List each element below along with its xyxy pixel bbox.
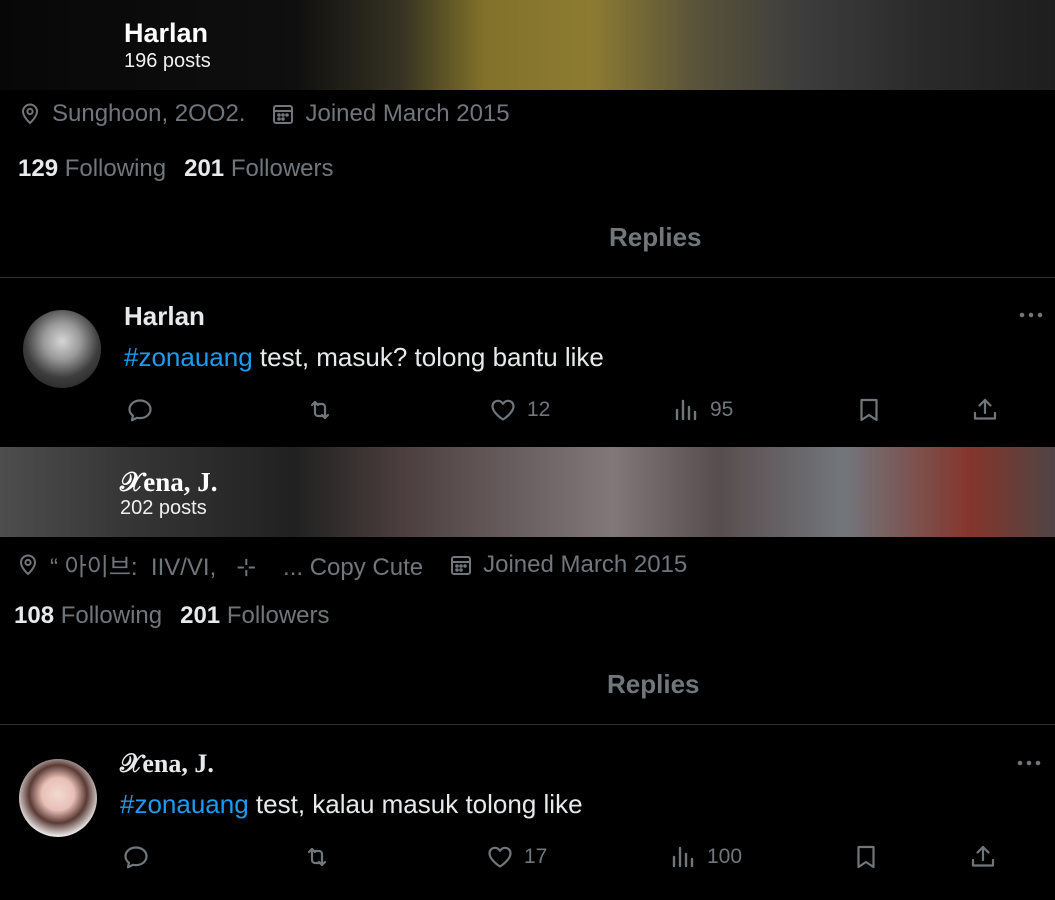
views-button[interactable]: 95	[672, 395, 733, 425]
share-icon	[973, 398, 997, 420]
location-pin-icon	[18, 102, 42, 126]
hashtag-link[interactable]: #zonauang	[120, 789, 249, 819]
like-count: 12	[527, 398, 551, 421]
followers-label: Followers	[230, 155, 334, 182]
followers-count: 201	[180, 602, 221, 629]
avatar[interactable]	[23, 310, 101, 388]
tweet-author-name[interactable]: 𝒳ena, J.	[120, 749, 214, 780]
location-pin-icon	[16, 553, 40, 577]
more-icon[interactable]	[1015, 753, 1043, 773]
retweet-button[interactable]	[303, 842, 331, 872]
profile-joined-date: Joined March 2015	[305, 100, 510, 127]
heart-icon	[491, 399, 515, 421]
header-post-count: 196 posts	[124, 50, 211, 72]
avatar[interactable]	[19, 759, 97, 837]
profile-location: “ 아이브: IIV/VI, ⊹ ... Copy Cute	[50, 554, 424, 581]
calendar-icon	[449, 553, 473, 577]
profile-header-banner: 𝒳ena, J. 202 posts	[0, 447, 1055, 537]
retweet-button[interactable]	[306, 395, 334, 425]
heart-icon	[488, 846, 512, 868]
reply-icon	[128, 399, 152, 422]
hashtag-link[interactable]: #zonauang	[124, 342, 253, 372]
bookmark-button[interactable]	[852, 842, 880, 872]
following-link[interactable]: 108 Following	[14, 602, 162, 629]
profile-location: Sunghoon, 2OO2.	[52, 100, 246, 127]
views-icon	[672, 846, 694, 868]
followers-count: 201	[184, 155, 225, 182]
header-profile-name: 𝒳ena, J.	[120, 467, 218, 497]
divider	[0, 724, 1055, 725]
follow-stats: 129 Following 201 Followers	[18, 155, 334, 183]
following-label: Following	[64, 155, 167, 182]
profile-meta-row: “ 아이브: IIV/VI, ⊹ ... Copy Cute Joined Ma…	[16, 547, 687, 582]
reply-button[interactable]	[126, 395, 154, 425]
profile-section-xena: 𝒳ena, J. 202 posts “ 아이브: IIV/VI, ⊹ ... …	[0, 447, 1055, 900]
following-count: 108	[14, 602, 55, 629]
reply-icon	[124, 846, 148, 869]
bookmark-icon	[860, 398, 878, 422]
views-icon	[675, 399, 697, 421]
more-icon[interactable]	[1017, 305, 1045, 325]
like-button[interactable]: 17	[486, 842, 547, 872]
tweet-text: #zonauang test, kalau masuk tolong like	[120, 789, 583, 820]
profile-section-harlan: Harlan 196 posts Sunghoon, 2OO2. Joined …	[0, 0, 1055, 447]
views-count: 95	[710, 398, 734, 421]
following-count: 129	[18, 155, 59, 182]
bookmark-button[interactable]	[855, 395, 883, 425]
tab-replies[interactable]: Replies	[607, 669, 700, 700]
tweet-body: test, masuk? tolong bantu like	[252, 342, 604, 372]
like-button[interactable]: 12	[489, 395, 550, 425]
bookmark-icon	[857, 845, 875, 869]
divider	[0, 277, 1055, 278]
share-icon	[971, 845, 995, 867]
like-count: 17	[524, 845, 548, 868]
profile-meta-row: Sunghoon, 2OO2. Joined March 2015	[18, 100, 510, 128]
views-button[interactable]: 100	[669, 842, 742, 872]
views-count: 100	[707, 845, 743, 868]
followers-label: Followers	[226, 602, 330, 629]
calendar-icon	[271, 102, 295, 126]
tweet-body: test, kalau masuk tolong like	[248, 789, 583, 819]
profile-header-banner: Harlan 196 posts	[0, 0, 1055, 90]
profile-joined-date: Joined March 2015	[483, 550, 688, 578]
retweet-icon	[307, 847, 327, 867]
followers-link[interactable]: 201 Followers	[180, 602, 329, 629]
header-post-count: 202 posts	[120, 497, 207, 519]
share-button[interactable]	[971, 395, 999, 425]
share-button[interactable]	[969, 842, 997, 872]
following-label: Following	[60, 602, 163, 629]
header-profile-name: Harlan	[124, 18, 209, 48]
follow-stats: 108 Following 201 Followers	[14, 602, 330, 630]
tweet-text: #zonauang test, masuk? tolong bantu like	[124, 342, 604, 373]
tweet-author-name[interactable]: Harlan	[124, 301, 205, 332]
retweet-icon	[310, 400, 330, 420]
reply-button[interactable]	[122, 842, 150, 872]
tab-replies[interactable]: Replies	[609, 222, 702, 253]
following-link[interactable]: 129 Following	[18, 155, 166, 182]
followers-link[interactable]: 201 Followers	[184, 155, 333, 182]
